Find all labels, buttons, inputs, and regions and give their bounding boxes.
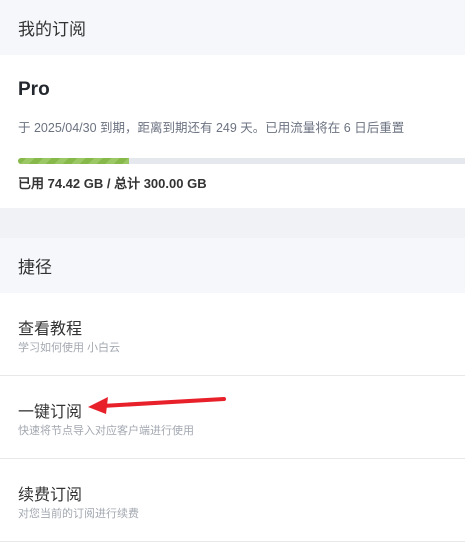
shortcut-renew[interactable]: 续费订阅对您当前的订阅进行续费 [0, 459, 465, 542]
subscription-card: Pro 于 2025/04/30 到期，距离到期还有 249 天。已用流量将在 … [0, 55, 465, 208]
shortcut-label: 续费订阅 [18, 487, 83, 504]
subscription-header: 我的订阅 [0, 0, 465, 55]
traffic-progress-fill [18, 158, 129, 164]
shortcut-one-click-subscribe[interactable]: 一键订阅快速将节点导入对应客户端进行使用 [0, 376, 465, 459]
plan-name: Pro [18, 79, 50, 100]
shortcut-tutorial[interactable]: 查看教程学习如何使用 小白云 [0, 293, 465, 376]
shortcuts-header: 捷径 [0, 238, 465, 293]
expiry-description: 于 2025/04/30 到期，距离到期还有 249 天。已用流量将在 6 日后… [18, 121, 405, 135]
shortcut-sub: 对您当前的订阅进行续费 [18, 508, 139, 520]
shortcut-label: 一键订阅 [18, 404, 83, 421]
traffic-usage: 已用 74.42 GB / 总计 300.00 GB [18, 176, 207, 191]
subscription-title: 我的订阅 [18, 20, 86, 39]
traffic-progress-bar [18, 158, 465, 164]
red-arrow-annotation-icon [88, 397, 226, 414]
shortcut-label: 查看教程 [18, 321, 83, 338]
section-gap [0, 208, 465, 238]
shortcut-sub: 快速将节点导入对应客户端进行使用 [18, 425, 194, 437]
shortcut-sub: 学习如何使用 小白云 [18, 342, 121, 354]
shortcuts-title: 捷径 [18, 258, 52, 277]
